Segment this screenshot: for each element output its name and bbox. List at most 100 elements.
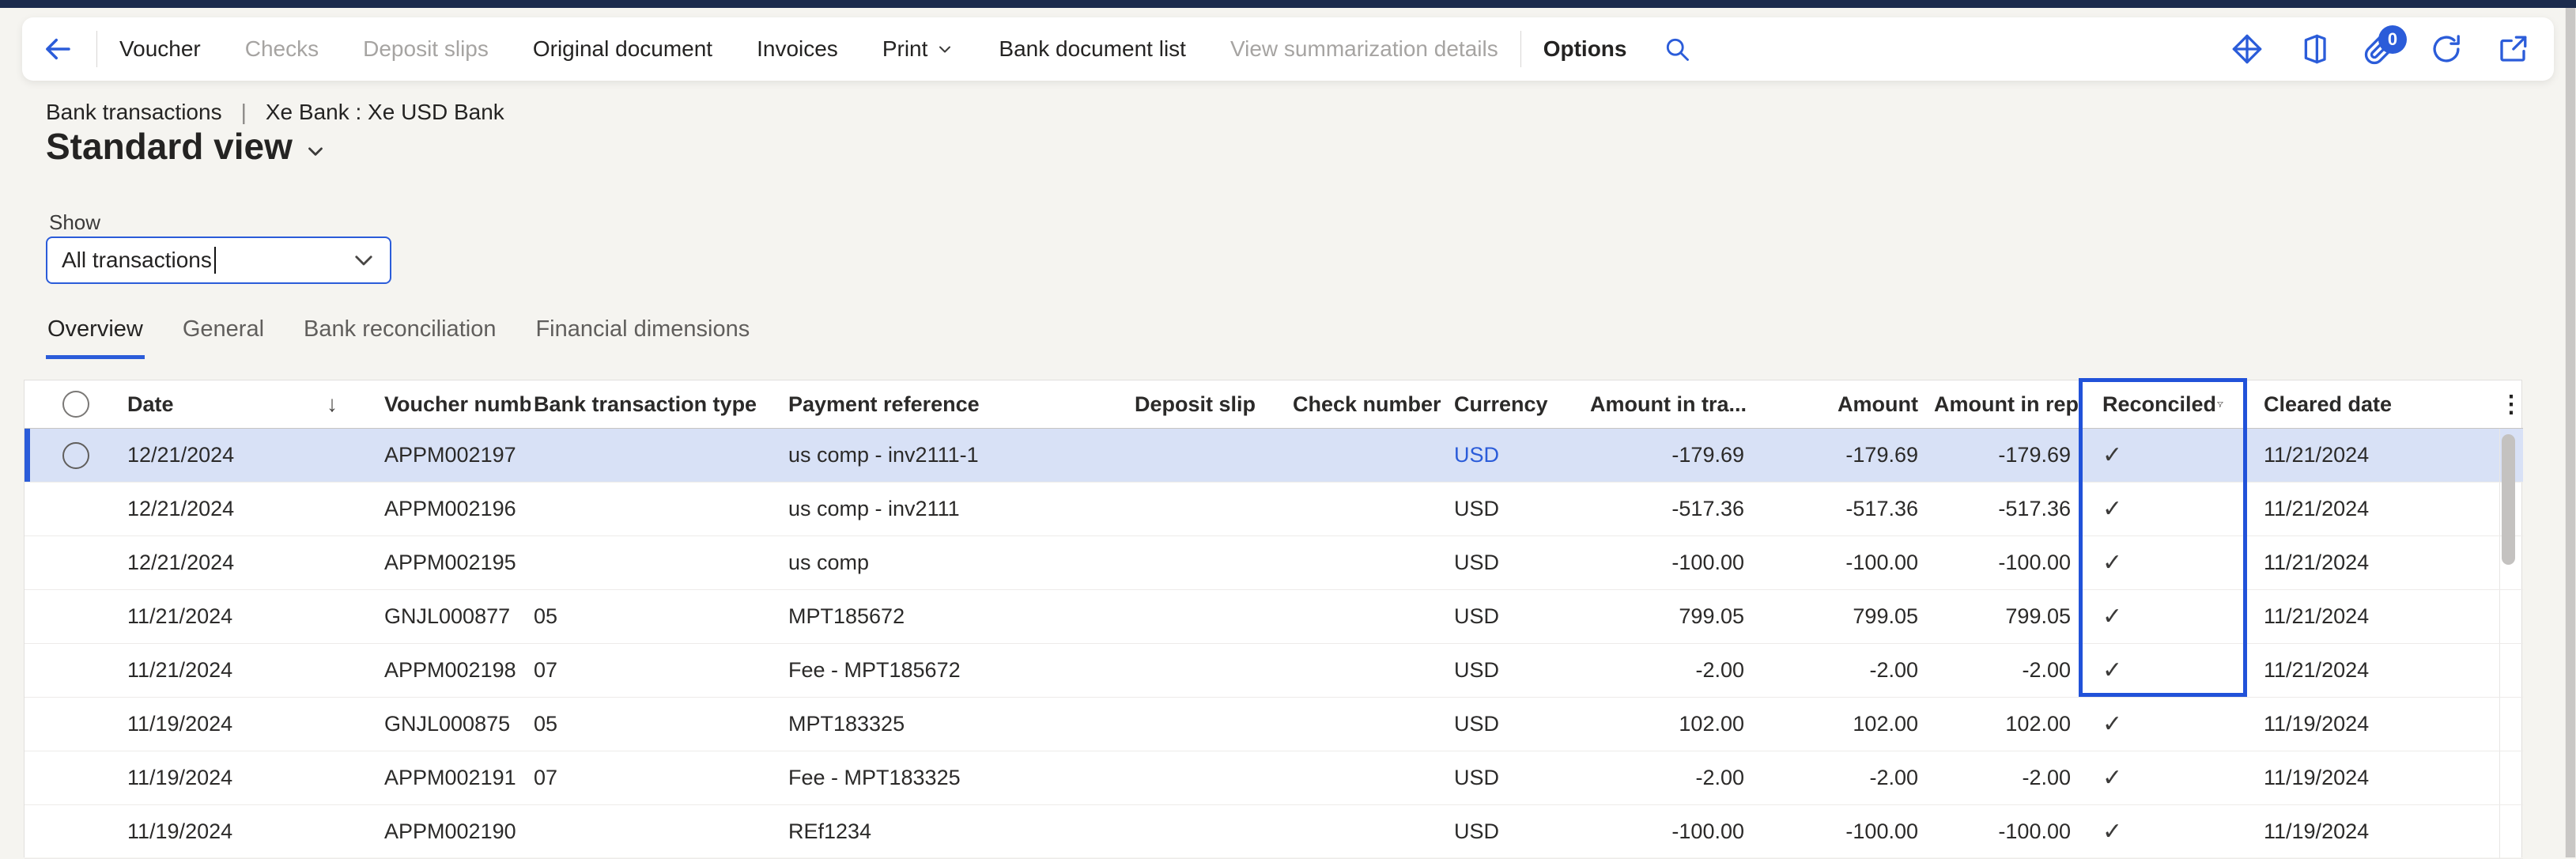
cell-cleared: 11/21/2024 [2245, 644, 2499, 698]
cell-check [1290, 590, 1448, 644]
cell-voucher: APPM002191 [349, 751, 531, 805]
cell-date: 11/21/2024 [127, 644, 349, 698]
col-header-date[interactable]: Date↓ [127, 380, 349, 429]
cell-amt_tra: -517.36 [1590, 482, 1760, 536]
original-document-button[interactable]: Original document [533, 36, 712, 62]
bank-document-list-button[interactable]: Bank document list [999, 36, 1186, 62]
cell-currency[interactable]: USD [1448, 590, 1590, 644]
cell-currency[interactable]: USD [1448, 805, 1590, 859]
scrollbar-gutter-cell [2499, 805, 2523, 859]
search-button[interactable] [1663, 35, 1691, 63]
office-apps-button[interactable] [2296, 32, 2331, 66]
back-button[interactable] [41, 32, 74, 66]
cell-cleared: 11/21/2024 [2245, 482, 2499, 536]
cell-type: 07 [531, 751, 784, 805]
fasttab-strip: Overview General Bank reconciliation Fin… [46, 316, 751, 359]
text-cursor [214, 247, 216, 274]
filter-funnel-icon[interactable] [2216, 392, 2224, 416]
col-header-amount-in-reporting[interactable]: Amount in rep... [1934, 380, 2080, 429]
dynamics-diamond-button[interactable] [2230, 32, 2264, 66]
view-title-text: Standard view [46, 125, 293, 168]
action-pane-toolbar: Voucher Checks Deposit slips Original do… [22, 17, 2554, 81]
row-select-radio[interactable] [25, 805, 127, 859]
row-select-radio[interactable] [25, 536, 127, 590]
table-row[interactable]: 12/21/2024 APPM002197 us comp - inv2111-… [25, 429, 2523, 482]
cell-voucher: APPM002196 [349, 482, 531, 536]
col-header-bank-transaction-type[interactable]: Bank transaction type [531, 380, 784, 429]
cell-currency[interactable]: USD [1448, 429, 1590, 482]
row-select-radio[interactable] [25, 482, 127, 536]
table-row[interactable]: 12/21/2024 APPM002196 us comp - inv2111 … [25, 482, 2523, 536]
bank-transactions-grid: Date↓ Voucher number Bank transaction ty… [24, 380, 2522, 857]
scrollbar-gutter-cell [2499, 644, 2523, 698]
cell-payref: us comp [784, 536, 1131, 590]
reconciled-header-label: Reconciled [2102, 392, 2216, 417]
table-row[interactable]: 12/21/2024 APPM002195 us comp USD -100.0… [25, 536, 2523, 590]
cell-reconciled: ✓ [2080, 644, 2245, 698]
row-select-radio[interactable] [25, 751, 127, 805]
col-header-voucher-number[interactable]: Voucher number [349, 380, 531, 429]
col-header-amount-in-transaction[interactable]: Amount in tra... [1590, 380, 1760, 429]
combobox-chevron-down-icon[interactable] [350, 247, 377, 274]
select-all-radio[interactable] [25, 380, 127, 429]
table-row[interactable]: 11/19/2024 APPM002190 REf1234 USD -100.0… [25, 805, 2523, 859]
cell-amt_rep: -100.00 [1934, 805, 2080, 859]
options-button[interactable]: Options [1543, 36, 1627, 62]
dynamics-diamond-icon [2230, 32, 2264, 66]
search-icon [1663, 35, 1691, 63]
grid-header-kebab[interactable]: ⋮ [2499, 380, 2523, 429]
breadcrumb-page[interactable]: Bank transactions [46, 100, 222, 125]
col-header-deposit-slip[interactable]: Deposit slip [1131, 380, 1290, 429]
cell-voucher: APPM002198 [349, 644, 531, 698]
grid-vertical-scrollbar[interactable] [2502, 434, 2515, 565]
cell-check [1290, 805, 1448, 859]
tab-financial-dimensions[interactable]: Financial dimensions [534, 316, 751, 359]
open-in-new-window-button[interactable] [2495, 32, 2530, 66]
cell-cleared: 11/21/2024 [2245, 536, 2499, 590]
cell-cleared: 11/19/2024 [2245, 805, 2499, 859]
table-row[interactable]: 11/19/2024 APPM002191 07 Fee - MPT183325… [25, 751, 2523, 805]
refresh-button[interactable] [2429, 32, 2464, 66]
attachments-button[interactable]: 0 [2363, 32, 2397, 66]
cell-payref: MPT185672 [784, 590, 1131, 644]
print-menu-button[interactable]: Print [882, 36, 955, 62]
cell-currency[interactable]: USD [1448, 751, 1590, 805]
cell-date: 12/21/2024 [127, 429, 349, 482]
cell-currency[interactable]: USD [1448, 644, 1590, 698]
row-select-radio[interactable] [25, 429, 127, 482]
voucher-button[interactable]: Voucher [119, 36, 201, 62]
cell-amt_rep: -2.00 [1934, 751, 2080, 805]
cell-currency[interactable]: USD [1448, 482, 1590, 536]
table-row[interactable]: 11/21/2024 APPM002198 07 Fee - MPT185672… [25, 644, 2523, 698]
col-header-cleared-date[interactable]: Cleared date [2245, 380, 2499, 429]
col-header-payment-reference[interactable]: Payment reference [784, 380, 1131, 429]
cell-deposit [1131, 429, 1290, 482]
cell-date: 12/21/2024 [127, 482, 349, 536]
col-header-amount[interactable]: Amount [1760, 380, 1934, 429]
sort-descending-icon: ↓ [327, 392, 338, 417]
view-chevron-down-icon[interactable] [304, 139, 327, 163]
tab-general[interactable]: General [181, 316, 266, 359]
deposit-slips-button: Deposit slips [363, 36, 489, 62]
table-row[interactable]: 11/19/2024 GNJL000875 05 MPT183325 USD 1… [25, 698, 2523, 751]
col-header-reconciled[interactable]: Reconciled [2080, 380, 2245, 429]
table-row[interactable]: 11/21/2024 GNJL000877 05 MPT185672 USD 7… [25, 590, 2523, 644]
tab-bank-reconciliation[interactable]: Bank reconciliation [302, 316, 497, 359]
view-summarization-details-button: View summarization details [1230, 36, 1498, 62]
cell-payref: Fee - MPT183325 [784, 751, 1131, 805]
cell-amount: 102.00 [1760, 698, 1934, 751]
row-select-radio[interactable] [25, 590, 127, 644]
cell-reconciled: ✓ [2080, 482, 2245, 536]
show-combobox[interactable]: All transactions [46, 237, 391, 284]
row-select-radio[interactable] [25, 644, 127, 698]
col-header-currency[interactable]: Currency [1448, 380, 1590, 429]
cell-type [531, 536, 784, 590]
window-scrollbar-thumb[interactable] [2566, 8, 2575, 857]
cell-currency[interactable]: USD [1448, 536, 1590, 590]
cell-currency[interactable]: USD [1448, 698, 1590, 751]
row-select-radio[interactable] [25, 698, 127, 751]
invoices-button[interactable]: Invoices [757, 36, 838, 62]
col-header-check-number[interactable]: Check number [1290, 380, 1448, 429]
tab-overview[interactable]: Overview [46, 316, 145, 359]
cell-date: 11/19/2024 [127, 698, 349, 751]
